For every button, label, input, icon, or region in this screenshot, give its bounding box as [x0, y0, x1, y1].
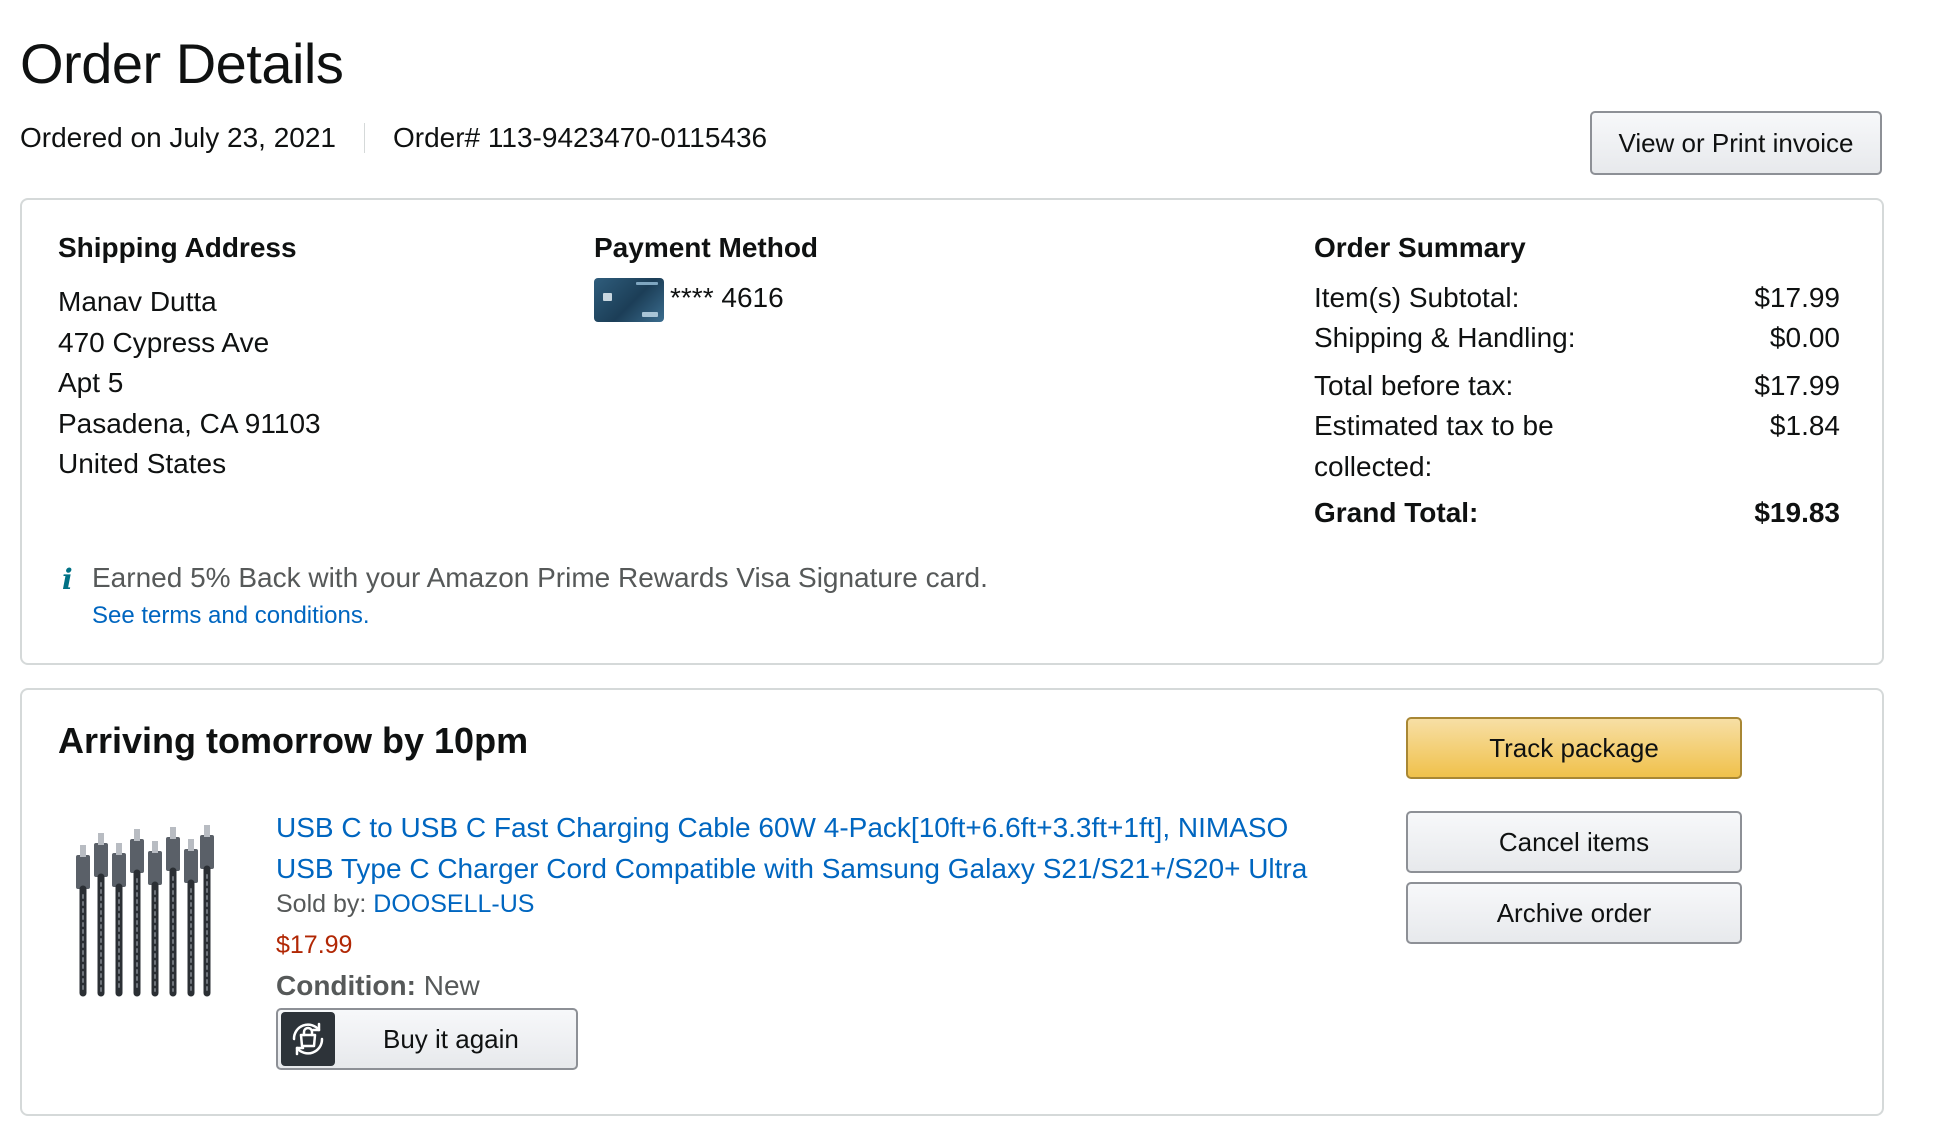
terms-link[interactable]: See terms and conditions. — [92, 602, 370, 630]
card-number: **** 4616 — [670, 282, 784, 313]
summary-row-before-tax: Total before tax: $17.99 — [1314, 366, 1840, 407]
cable-6 — [166, 827, 180, 997]
rewards-message: Earned 5% Back with your Amazon Prime Re… — [92, 562, 988, 593]
shipping-address: Manav Dutta 470 Cypress Ave Apt 5 Pasade… — [58, 282, 321, 485]
cable-8 — [200, 825, 214, 997]
address-street: 470 Cypress Ave — [58, 326, 270, 358]
summary-value: $19.83 — [1754, 497, 1840, 528]
order-summary-title: Order Summary — [1314, 232, 1526, 263]
cable-1 — [76, 845, 90, 997]
condition-value: New — [423, 970, 480, 1001]
cable-4 — [130, 829, 144, 997]
cancel-items-button[interactable]: Cancel items — [1406, 811, 1742, 873]
summary-label: Item(s) Subtotal: — [1314, 282, 1520, 313]
page-title: Order Details — [20, 32, 344, 95]
sold-by-label: Sold by: — [276, 890, 367, 918]
cable-2 — [94, 833, 108, 997]
cable-7 — [184, 839, 198, 997]
summary-row-grand-total: Grand Total: $19.83 — [1314, 493, 1840, 534]
archive-order-button[interactable]: Archive order — [1406, 882, 1742, 944]
order-info-box: Shipping Address Manav Dutta 470 Cypress… — [20, 198, 1884, 665]
buy-it-again-label: Buy it again — [383, 1023, 519, 1054]
credit-card-icon — [594, 278, 664, 322]
track-package-button[interactable]: Track package — [1406, 717, 1742, 779]
address-name: Manav Dutta — [58, 286, 217, 317]
shipping-address-title: Shipping Address — [58, 232, 297, 263]
summary-label: Total before tax: — [1314, 370, 1514, 401]
reorder-icon — [281, 1012, 335, 1066]
sold-by: Sold by: DOOSELL-US — [276, 890, 534, 919]
summary-row-shipping: Shipping & Handling: $0.00 — [1314, 318, 1840, 359]
seller-link[interactable]: DOOSELL-US — [373, 890, 534, 918]
info-icon: i — [62, 563, 73, 596]
summary-value: $1.84 — [1769, 410, 1840, 441]
summary-label: Grand Total: — [1314, 497, 1479, 528]
summary-row-subtotal: Item(s) Subtotal: $17.99 — [1314, 278, 1840, 319]
item-price: $17.99 — [276, 931, 353, 959]
summary-value: $17.99 — [1754, 370, 1840, 401]
shipment-box: Arriving tomorrow by 10pm Track package … — [20, 688, 1884, 1116]
delivery-status: Arriving tomorrow by 10pm — [58, 720, 529, 761]
payment-method-title: Payment Method — [594, 232, 819, 263]
product-image[interactable] — [70, 815, 216, 999]
meta-divider — [363, 123, 365, 153]
cable-5 — [148, 841, 162, 997]
summary-label: Estimated tax to be collected: — [1314, 410, 1554, 482]
order-meta: Ordered on July 23, 2021 Order# 113-9423… — [20, 122, 767, 154]
summary-value: $0.00 — [1769, 322, 1840, 353]
order-number: Order# 113-9423470-0115436 — [392, 122, 768, 153]
address-unit: Apt 5 — [58, 367, 124, 398]
address-city: Pasadena, CA 91103 — [58, 407, 321, 439]
address-country: United States — [58, 448, 227, 479]
order-date: Ordered on July 23, 2021 — [20, 122, 336, 153]
summary-row-tax: Estimated tax to be collected: $1.84 — [1314, 406, 1840, 487]
summary-label: Shipping & Handling: — [1314, 322, 1576, 353]
condition-label: Condition: — [276, 970, 416, 1001]
view-invoice-button[interactable]: View or Print invoice — [1590, 111, 1882, 175]
summary-value: $17.99 — [1754, 282, 1840, 313]
buy-it-again-button[interactable]: Buy it again — [276, 1008, 578, 1070]
product-title-link[interactable]: USB C to USB C Fast Charging Cable 60W 4… — [276, 808, 1336, 889]
item-condition: Condition: New — [276, 970, 480, 1002]
cable-3 — [112, 843, 126, 997]
